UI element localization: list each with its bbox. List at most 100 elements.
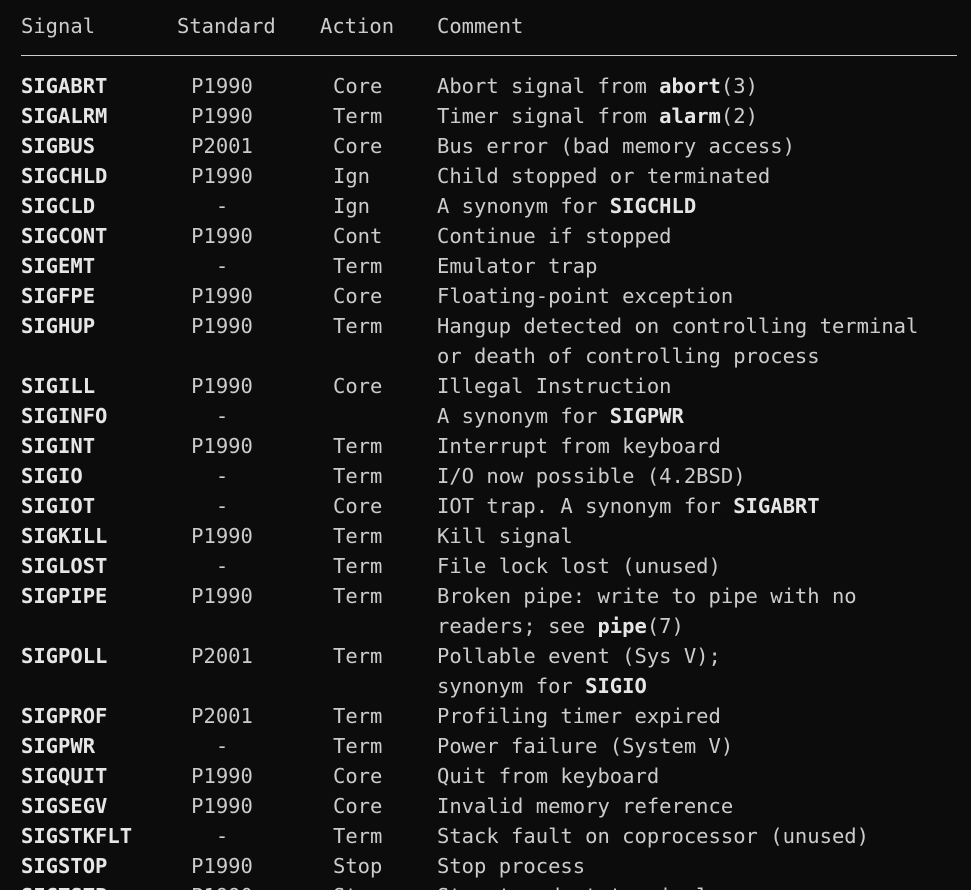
comment-line: Broken pipe: write to pipe with no [437,581,962,611]
comment-line: A synonym for SIGPWR [437,401,962,431]
comment-line: Stop process [437,851,962,881]
comment-text: Timer signal from [437,104,660,128]
signal-action: Term [333,524,383,548]
comment-text: Illegal Instruction [437,374,672,398]
comment-text: Stop process [437,854,586,878]
signal-action: Core [333,134,383,158]
comment-line: A synonym for SIGCHLD [437,191,962,221]
signal-name: SIGSEGV [21,794,108,818]
table-row: SIGTSTP P1990 Stop Stop typed at terminal [0,881,971,890]
comment-emphasis: SIGPWR [609,404,684,428]
signal-comment: Bus error (bad memory access) [437,131,962,161]
signal-comment: Stack fault on coprocessor (unused) [437,821,962,851]
signal-name: SIGPWR [21,734,96,758]
signal-name: SIGCLD [21,194,96,218]
signal-action: Term [333,824,383,848]
comment-line: synonym for SIGIO [437,671,962,701]
signal-comment: Power failure (System V) [437,731,962,761]
comment-line: Kill signal [437,521,962,551]
header-comment: Comment [437,14,524,38]
comment-text: Abort signal from [437,74,660,98]
signal-comment: I/O now possible (4.2BSD) [437,461,962,491]
signal-standard: - [215,404,229,428]
comment-line: Hangup detected on controlling terminal [437,311,962,341]
table-row: SIGIO - Term I/O now possible (4.2BSD) [0,461,971,491]
header-action: Action [320,14,395,38]
comment-text: Profiling timer expired [437,704,721,728]
terminal-window: Signal Standard Action Comment SIGABRT P1… [0,0,971,890]
signal-name: SIGLOST [21,554,108,578]
signal-standard: - [215,464,229,488]
table-row: SIGPROF P2001 Term Profiling timer expired [0,701,971,731]
comment-text: Kill signal [437,524,573,548]
comment-text: (7) [646,614,684,638]
signal-comment: A synonym for SIGPWR [437,401,962,431]
comment-emphasis: SIGCHLD [609,194,697,218]
table-row: SIGSEGV P1990 Core Invalid memory reference [0,791,971,821]
signal-comment: Child stopped or terminated [437,161,962,191]
comment-text: Bus error (bad memory access) [437,134,795,158]
signal-name: SIGCHLD [21,164,108,188]
signal-name: SIGPROF [21,704,108,728]
signal-standard: P1990 [191,104,253,128]
signal-action: Term [333,734,383,758]
signal-name: SIGBUS [21,134,96,158]
comment-text: File lock lost (unused) [437,554,721,578]
comment-line: File lock lost (unused) [437,551,962,581]
comment-line: Floating-point exception [437,281,962,311]
table-row: SIGPOLL P2001 Term Pollable event (Sys V); s… [0,641,971,701]
comment-text: Floating-point exception [437,284,734,308]
signal-comment: Profiling timer expired [437,701,962,731]
header-standard: Standard [177,14,276,38]
signal-name: SIGILL [21,374,96,398]
comment-emphasis: pipe [597,614,647,638]
table-row: SIGPWR - Term Power failure (System V) [0,731,971,761]
table-row: SIGFPE P1990 Core Floating-point exception [0,281,971,311]
comment-text: A synonym for [437,194,610,218]
comment-line: Child stopped or terminated [437,161,962,191]
signal-name: SIGIOT [21,494,96,518]
signal-comment: Pollable event (Sys V); synonym for SIGIO [437,641,962,701]
comment-text: Interrupt from keyboard [437,434,721,458]
signal-action: Stop [333,854,383,878]
table-row: SIGBUS P2001 Core Bus error (bad memory acc… [0,131,971,161]
signal-standard: - [215,194,229,218]
signal-standard: P2001 [191,644,253,668]
table-row: SIGABRT P1990 Core Abort signal from abort(… [0,71,971,101]
signal-name: SIGSTKFLT [21,824,133,848]
comment-line: Continue if stopped [437,221,962,251]
comment-text: Emulator trap [437,254,598,278]
comment-line: Timer signal from alarm(2) [437,101,962,131]
comment-text: I/O now possible (4.2BSD) [437,464,746,488]
signal-name: SIGKILL [21,524,108,548]
signal-action: Term [333,464,383,488]
signal-comment: IOT trap. A synonym for SIGABRT [437,491,962,521]
header-signal: Signal [21,14,96,38]
signal-comment: Interrupt from keyboard [437,431,962,461]
signal-name: SIGIO [21,464,83,488]
signal-name: SIGTSTP [21,881,107,890]
comment-text: readers; see [437,614,598,638]
signal-standard: P1990 [191,314,253,338]
signal-standard: P1990 [191,854,253,878]
comment-text: Continue if stopped [437,224,672,248]
signal-standard: P1990 [191,284,253,308]
comment-line: Stack fault on coprocessor (unused) [437,821,962,851]
signal-action: Core [333,764,383,788]
signal-comment: Timer signal from alarm(2) [437,101,962,131]
signal-comment: Continue if stopped [437,221,962,251]
signal-standard: - [215,254,229,278]
signal-name: SIGALRM [21,104,108,128]
comment-line: Bus error (bad memory access) [437,131,962,161]
table-row: SIGPIPE P1990 Term Broken pipe: write to pi… [0,581,971,641]
comment-emphasis: abort [659,74,721,98]
signal-standard: - [215,494,229,518]
signal-name: SIGINT [21,434,96,458]
comment-text: Hangup detected on controlling terminal [437,314,919,338]
signal-action: Core [333,74,383,98]
comment-text: Quit from keyboard [437,764,660,788]
table-row: SIGINT P1990 Term Interrupt from keyboard [0,431,971,461]
table-row: SIGEMT - Term Emulator trap [0,251,971,281]
comment-line: Quit from keyboard [437,761,962,791]
signal-action: Cont [333,224,383,248]
